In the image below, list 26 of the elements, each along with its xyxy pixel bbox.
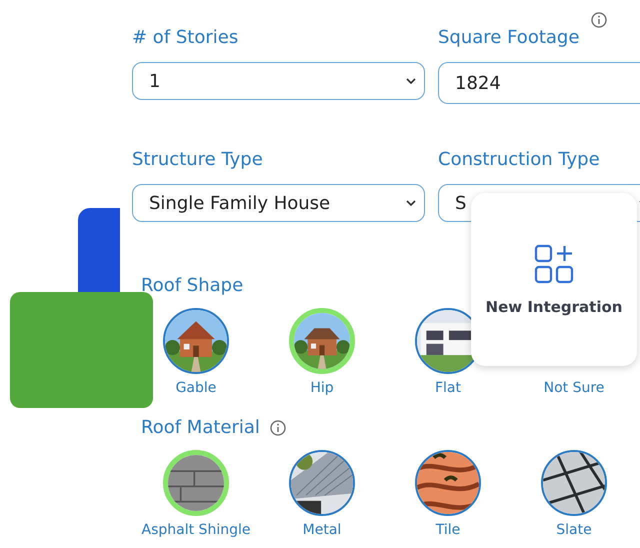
option-label[interactable]: Metal: [302, 522, 342, 538]
info-icon[interactable]: [591, 12, 608, 28]
option-label[interactable]: Gable: [176, 380, 216, 396]
option-thumbnail[interactable]: [289, 308, 355, 374]
option-label[interactable]: Tile: [436, 522, 460, 538]
select-field[interactable]: Single Family House: [132, 184, 425, 222]
section-title: Roof Shape: [141, 274, 244, 298]
field-label: Structure Type: [132, 148, 263, 172]
section-title: Roof Material: [141, 416, 260, 440]
option-label[interactable]: Not Sure: [544, 380, 604, 396]
option-label[interactable]: Slate: [556, 522, 592, 538]
option-label[interactable]: Hip: [310, 380, 334, 396]
info-icon[interactable]: [270, 420, 286, 436]
popup-label: New Integration: [486, 298, 622, 316]
chevron-icon: [406, 200, 416, 206]
add-grid-icon: [534, 244, 574, 284]
field-label: Construction Type: [438, 148, 600, 172]
option-thumbnail[interactable]: [163, 450, 229, 516]
select-field[interactable]: 1: [132, 62, 425, 100]
option-label[interactable]: Asphalt Shingle: [142, 522, 250, 538]
field-label: # of Stories: [132, 26, 238, 50]
input-field[interactable]: 1824: [438, 62, 640, 104]
chevron-icon: [406, 78, 416, 84]
option-label[interactable]: Flat: [434, 380, 461, 396]
popup-card[interactable]: New Integration: [471, 193, 637, 366]
field-label: Square Footage: [438, 26, 580, 50]
